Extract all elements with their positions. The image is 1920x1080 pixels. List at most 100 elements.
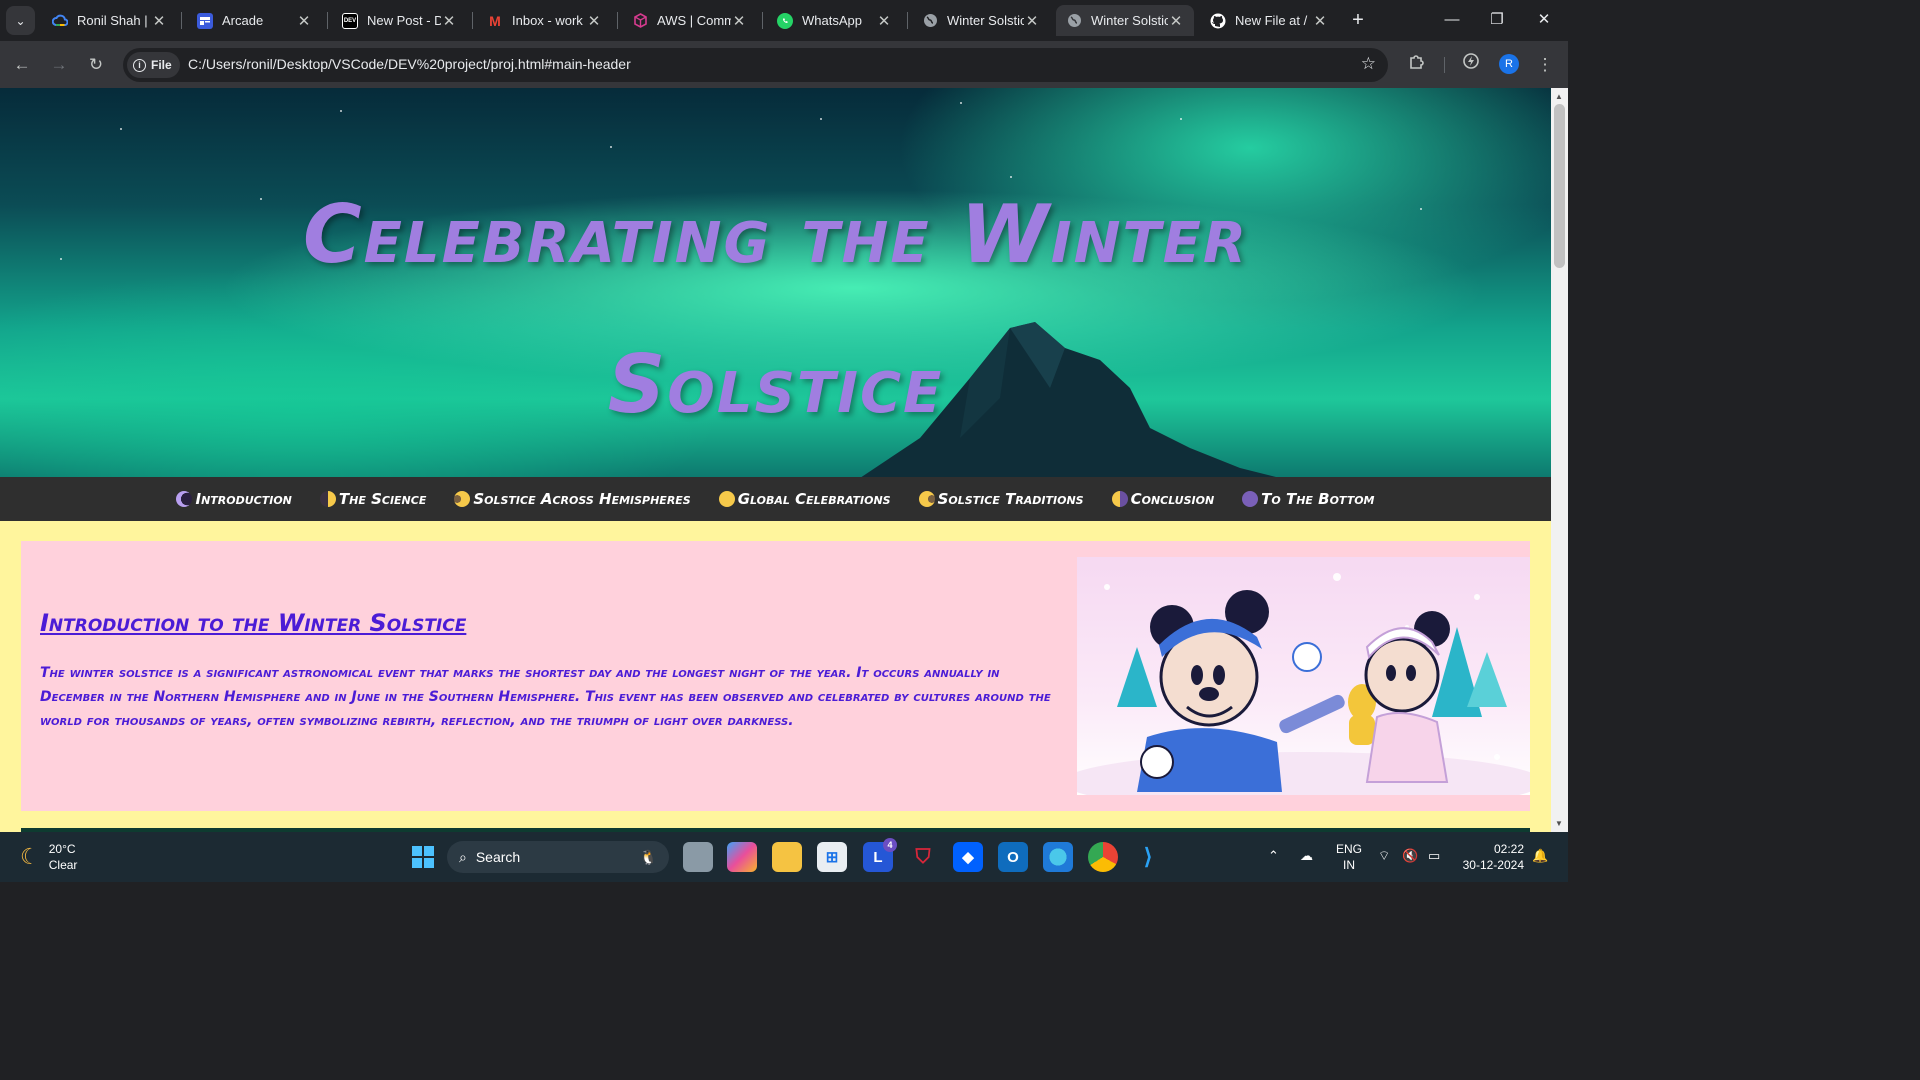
chrome-icon[interactable] — [1088, 842, 1118, 872]
restore-button[interactable]: ❐ — [1474, 6, 1520, 34]
close-tab-icon[interactable]: ✕ — [731, 12, 747, 30]
moon-phase-icon — [1111, 491, 1128, 507]
google-cloud-icon — [52, 13, 68, 29]
edge-icon[interactable] — [1043, 842, 1073, 872]
battery-icon[interactable]: ▭ — [1428, 848, 1440, 864]
close-tab-icon[interactable]: ✕ — [586, 12, 602, 30]
tab-winter-solstice-1[interactable]: Winter Solstic ✕ — [912, 5, 1050, 36]
close-tab-icon[interactable]: ✕ — [151, 12, 167, 30]
close-tab-icon[interactable]: ✕ — [1168, 12, 1184, 30]
language-line2: IN — [1343, 858, 1355, 872]
tab-new-post[interactable]: DEV New Post - D ✕ — [332, 5, 467, 36]
close-window-button[interactable]: ✕ — [1521, 6, 1567, 34]
tab-winter-solstice-active[interactable]: Winter Solstic ✕ — [1056, 5, 1194, 36]
minimize-button[interactable]: — — [1429, 6, 1475, 34]
gmail-icon: M — [489, 12, 501, 29]
whatsapp-icon — [777, 12, 793, 29]
nav-link-label: Solstice Across Hemispheres — [473, 490, 691, 508]
address-bar[interactable]: i File C:/Users/ronil/Desktop/VSCode/DEV… — [123, 48, 1388, 82]
scroll-down-arrow-icon[interactable]: ▼ — [1555, 819, 1563, 828]
tab-title: AWS | Comm — [657, 13, 731, 28]
globe-icon — [1066, 13, 1082, 29]
nav-link-the-science[interactable]: The Science — [319, 490, 426, 508]
nav-link-label: Solstice Traditions — [937, 490, 1084, 508]
back-button[interactable]: ← — [8, 51, 36, 79]
tab-ronil-shah[interactable]: Ronil Shah | G ✕ — [42, 5, 177, 36]
reload-button[interactable]: ↻ — [82, 51, 110, 79]
task-view-icon[interactable] — [683, 842, 713, 872]
weather-condition: Clear — [48, 858, 78, 872]
page-viewport: Celebrating the Winter Solstice Introduc… — [0, 88, 1551, 832]
nav-link-label: Global Celebrations — [737, 490, 891, 508]
taskbar-search[interactable]: ⌕ Search 🐧 — [447, 841, 669, 873]
language-indicator[interactable]: ENG IN — [1334, 841, 1364, 873]
nav-link-label: Conclusion — [1130, 490, 1215, 508]
tab-inbox[interactable]: M Inbox - work ✕ — [477, 5, 612, 36]
system-clock[interactable]: 02:22 30-12-2024 — [1458, 841, 1524, 873]
forward-arrow-icon: → — [50, 55, 68, 74]
tab-title: Arcade — [222, 13, 264, 28]
nav-link-solstice-across-hemispheres[interactable]: Solstice Across Hemispheres — [454, 490, 691, 508]
notification-bell-icon[interactable]: 🔔 — [1532, 848, 1548, 864]
scroll-thumb[interactable] — [1554, 104, 1565, 268]
volume-muted-icon[interactable]: 🔇 — [1402, 848, 1418, 864]
close-tab-icon[interactable]: ✕ — [441, 12, 457, 30]
microsoft-store-icon[interactable]: ⊞ — [817, 842, 847, 872]
app-l-letter: L — [873, 848, 883, 866]
outlook-icon[interactable]: O — [998, 842, 1028, 872]
moon-phase-icon — [319, 491, 336, 507]
weather-temp: 20°C — [48, 842, 76, 856]
dropbox-icon[interactable]: ◆ — [953, 842, 983, 872]
tab-whatsapp[interactable]: WhatsApp ✕ — [767, 5, 902, 36]
app-l-icon[interactable]: L 4 — [863, 838, 897, 872]
nav-link-solstice-traditions[interactable]: Solstice Traditions — [918, 490, 1084, 508]
minimize-icon: — — [1444, 11, 1460, 28]
nav-link-global-celebrations[interactable]: Global Celebrations — [718, 490, 891, 508]
close-tab-icon[interactable]: ✕ — [1312, 12, 1328, 30]
performance-button[interactable] — [1457, 51, 1485, 79]
site-info-label: File — [151, 58, 172, 72]
weather-widget[interactable]: ☾ 20°C Clear — [20, 841, 77, 873]
extensions-button[interactable] — [1403, 51, 1431, 79]
clock-time: 02:22 — [1493, 842, 1524, 856]
copilot-icon[interactable] — [727, 842, 757, 872]
forward-button[interactable]: → — [45, 51, 73, 79]
tab-github-new-file[interactable]: New File at / ✕ — [1200, 5, 1338, 36]
close-tab-icon[interactable]: ✕ — [876, 12, 892, 30]
nav-link-introduction[interactable]: Introduction — [176, 490, 292, 508]
close-tab-icon[interactable]: ✕ — [1024, 12, 1040, 30]
close-tab-icon[interactable]: ✕ — [296, 12, 312, 30]
tab-search-button[interactable]: ⌄ — [6, 6, 35, 35]
file-explorer-icon[interactable] — [772, 842, 802, 872]
speed-icon — [1463, 53, 1479, 69]
nav-link-conclusion[interactable]: Conclusion — [1111, 490, 1215, 508]
browser-toolbar: ← → ↻ i File C:/Users/ronil/Desktop/VSCo… — [0, 41, 1568, 88]
tab-arcade[interactable]: Arcade ✕ — [187, 5, 322, 36]
restore-icon: ❐ — [1490, 11, 1504, 28]
windows-taskbar: ☾ 20°C Clear ⌕ Search 🐧 ⊞ L 4 ⛉ ◆ O ⟩ ⌃ … — [0, 832, 1568, 882]
profile-avatar[interactable]: R — [1499, 54, 1519, 74]
language-line1: ENG — [1335, 842, 1362, 856]
nav-link-to-the-bottom[interactable]: To The Bottom — [1242, 490, 1375, 508]
back-arrow-icon: ← — [13, 55, 31, 74]
wifi-icon[interactable]: ⌔ — [1378, 848, 1390, 864]
kebab-menu-icon: ⋮ — [1536, 55, 1554, 74]
vscode-icon[interactable]: ⟩ — [1133, 842, 1163, 872]
search-highlight-icon: 🐧 — [639, 848, 657, 865]
windows-logo-icon — [412, 846, 434, 868]
scroll-up-arrow-icon[interactable]: ▲ — [1555, 92, 1563, 101]
url-text[interactable]: C:/Users/ronil/Desktop/VSCode/DEV%20proj… — [188, 56, 631, 72]
bookmark-star-icon[interactable]: ☆ — [1361, 54, 1376, 74]
tab-aws[interactable]: AWS | Comm ✕ — [622, 5, 757, 36]
arcade-icon — [197, 12, 213, 29]
mcafee-icon[interactable]: ⛉ — [908, 842, 938, 872]
start-button[interactable] — [408, 842, 438, 872]
page-scrollbar[interactable]: ▲ ▼ — [1551, 88, 1568, 832]
menu-button[interactable]: ⋮ — [1531, 51, 1559, 79]
site-info-chip[interactable]: i File — [127, 52, 180, 78]
new-tab-button[interactable]: + — [1346, 7, 1370, 33]
section-body: The winter solstice is a significant ast… — [40, 665, 1051, 729]
tab-title: New Post - D — [367, 13, 441, 28]
onedrive-icon[interactable]: ☁ — [1300, 848, 1313, 864]
chevron-up-icon[interactable]: ⌃ — [1268, 848, 1279, 864]
